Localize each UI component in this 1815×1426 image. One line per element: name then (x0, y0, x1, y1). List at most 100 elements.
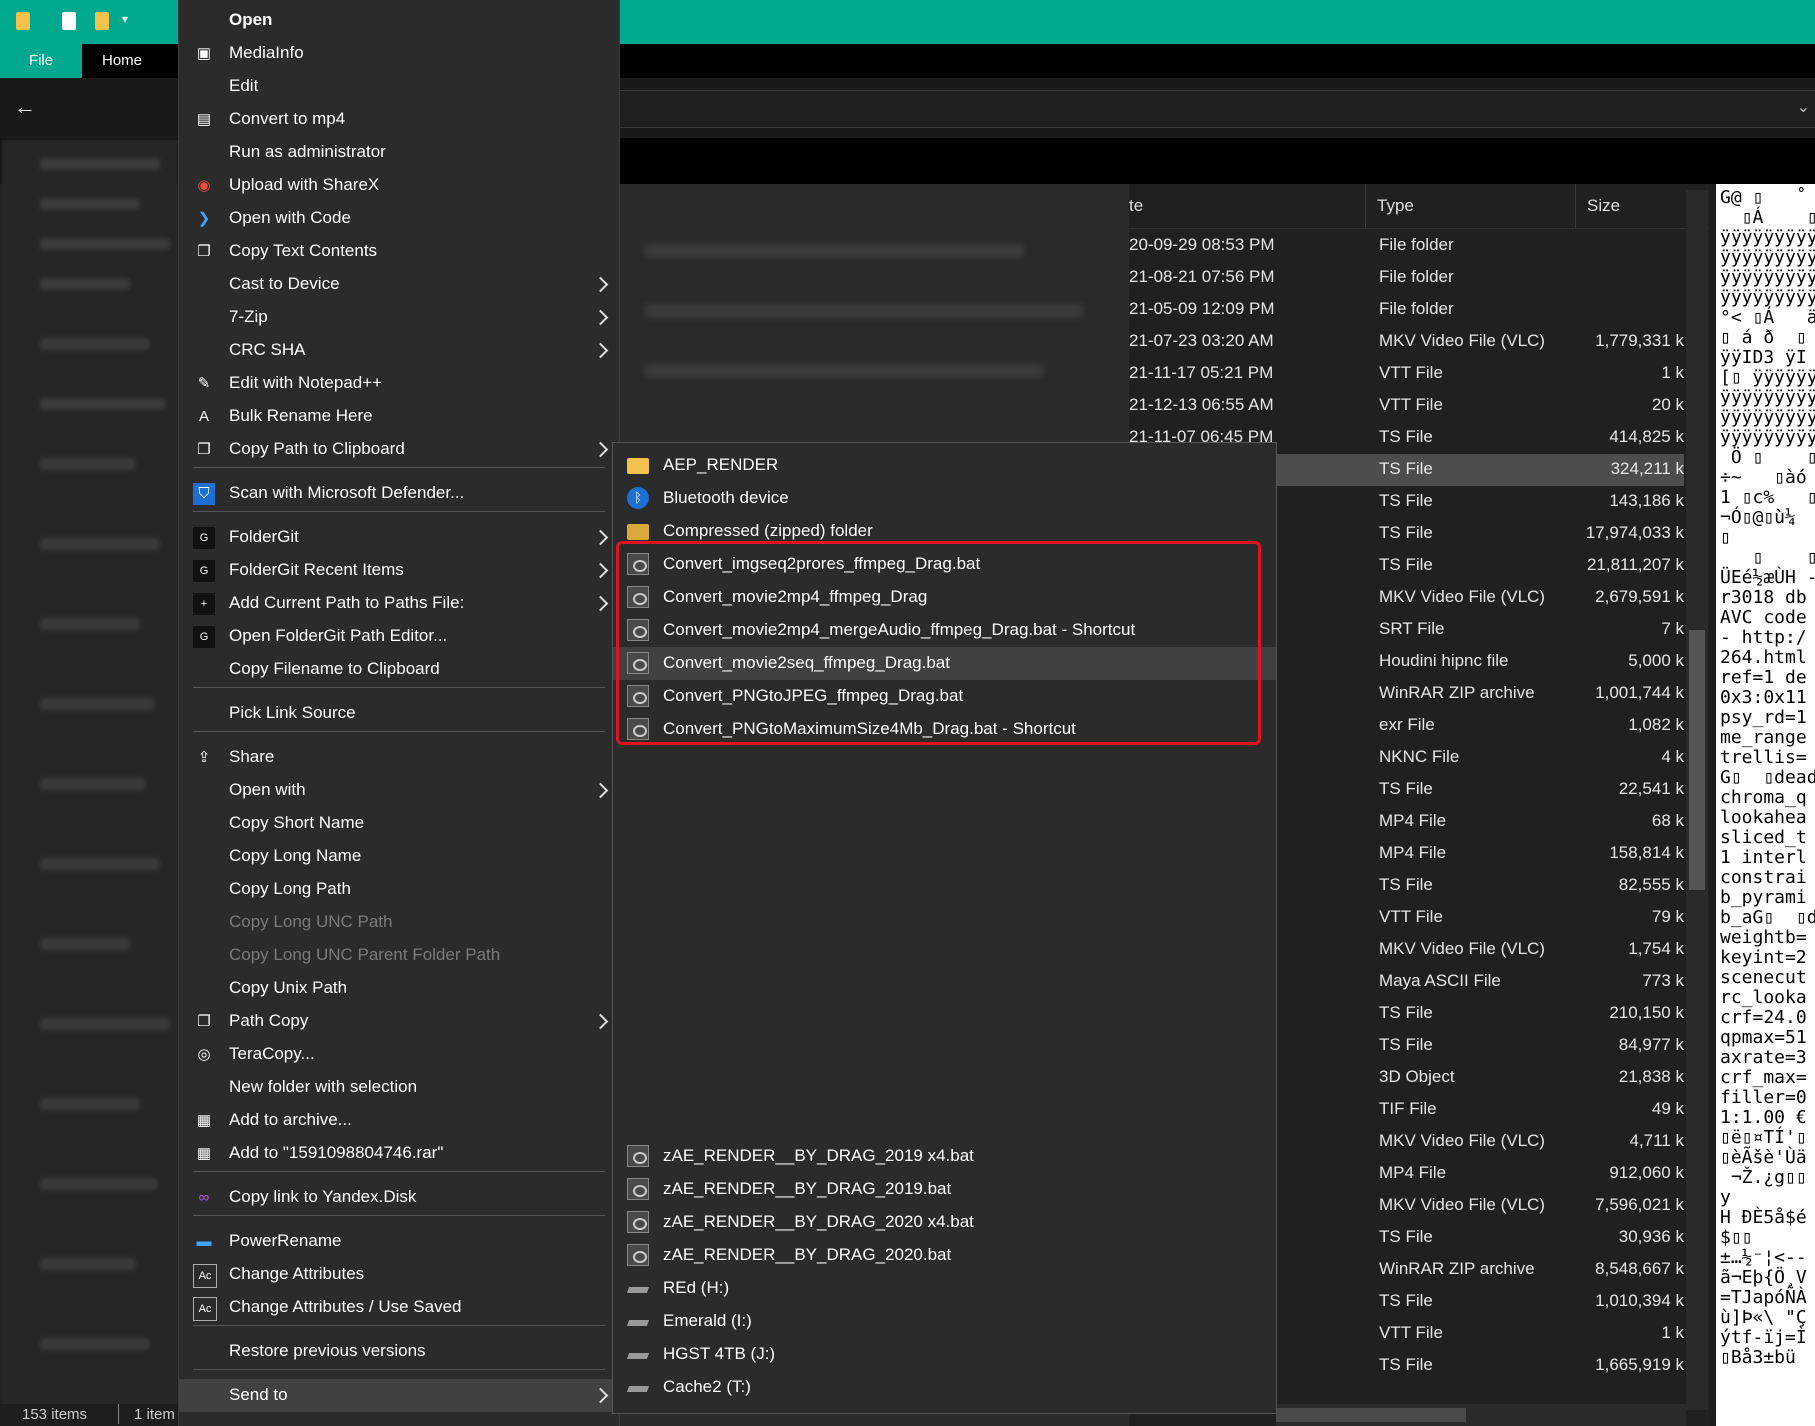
powerrename-icon: ▬ (196, 1233, 212, 1250)
scrollbar-thumb[interactable] (1276, 1408, 1466, 1422)
menu-item-label: Copy Long UNC Parent Folder Path (229, 945, 501, 964)
type-cell: TS File (1379, 875, 1433, 894)
menu-item-edit-with-notepad[interactable]: ✎ Edit with Notepad++ (179, 367, 619, 400)
menu-item-label: Edit with Notepad++ (229, 373, 383, 392)
menu-item-new-folder-with-selection[interactable]: New folder with selection (179, 1071, 619, 1104)
send-to-item-zae-render-by-drag-2020-x4-bat[interactable]: zAE_RENDER__BY_DRAG_2020 x4.bat (613, 1206, 1276, 1239)
menu-item-run-as-administrator[interactable]: Run as administrator (179, 136, 619, 169)
send-to-item-emerald-i[interactable]: Emerald (I:) (613, 1305, 1276, 1338)
send-to-item-zae-render-by-drag-2019-x4-bat[interactable]: zAE_RENDER__BY_DRAG_2019 x4.bat (613, 1140, 1276, 1173)
address-bar[interactable]: ⌄ (618, 90, 1815, 128)
menu-item-foldergit[interactable]: G FolderGit (179, 521, 619, 554)
menu-item-label: PowerRename (229, 1231, 342, 1250)
type-cell: MKV Video File (VLC) (1379, 939, 1545, 958)
menu-item-mediainfo[interactable]: ▣ MediaInfo (179, 37, 619, 70)
menu-item-add-to-archive[interactable]: ▦ Add to archive... (179, 1104, 619, 1137)
column-header-date[interactable]: te (1129, 196, 1143, 216)
menu-item-change-attributes[interactable]: Ac Change Attributes (179, 1258, 619, 1291)
menu-item-open-with[interactable]: Open with (179, 774, 619, 807)
table-row[interactable]: 21-07-23 03:20 AM MKV Video File (VLC) 1,7… (1129, 326, 1684, 358)
menu-item-label: Add to "1591098804746.rar" (229, 1143, 444, 1162)
menu-item-upload-with-sharex[interactable]: ◉ Upload with ShareX (179, 169, 619, 202)
properties-icon[interactable] (62, 12, 76, 30)
menu-item-path-copy[interactable]: ❐ Path Copy (179, 1005, 619, 1038)
customize-toolbar-icon[interactable]: ▾ (122, 12, 128, 26)
send-to-item-cache2-t[interactable]: Cache2 (T:) (613, 1371, 1276, 1404)
send-to-item-red-h[interactable]: REd (H:) (613, 1272, 1276, 1305)
menu-item-copy-path-to-clipboard[interactable]: ❐ Copy Path to Clipboard (179, 433, 619, 466)
menu-item-cast-to-device[interactable]: Cast to Device (179, 268, 619, 301)
send-to-item-zae-render-by-drag-2019-bat[interactable]: zAE_RENDER__BY_DRAG_2019.bat (613, 1173, 1276, 1206)
menu-item-convert-to-mp4[interactable]: ▤ Convert to mp4 (179, 103, 619, 136)
send-to-item-label: Emerald (I:) (663, 1311, 752, 1330)
menu-item-copy-unix-path[interactable]: Copy Unix Path (179, 972, 619, 1005)
table-row[interactable]: 21-11-17 05:21 PM VTT File 1 k (1129, 358, 1684, 390)
menu-item-open-foldergit-path-editor[interactable]: G Open FolderGit Path Editor... (179, 620, 619, 653)
menu-item-pick-link-source[interactable]: Pick Link Source (179, 697, 619, 730)
chevron-down-icon[interactable]: ⌄ (1797, 97, 1810, 117)
tab-home[interactable]: Home (90, 44, 154, 78)
menu-item-label: Upload with ShareX (229, 175, 380, 194)
menu-item-crc-sha[interactable]: CRC SHA (179, 334, 619, 367)
menu-item-teracopy[interactable]: ◎ TeraCopy... (179, 1038, 619, 1071)
preview-text-line: [▯ ÿÿÿÿÿÿ (1720, 367, 1815, 388)
menu-item-open[interactable]: Open (179, 4, 619, 37)
menu-item-label: Copy Long Path (229, 879, 351, 898)
menu-item-copy-text-contents[interactable]: ❐ Copy Text Contents (179, 235, 619, 268)
preview-text-line: y (1720, 1187, 1731, 1208)
table-row[interactable]: 21-12-13 06:55 AM VTT File 20 k (1129, 390, 1684, 422)
tab-file[interactable]: File (0, 44, 82, 78)
column-header-type[interactable]: Type (1377, 196, 1414, 216)
menu-item-send-to[interactable]: Send to (179, 1379, 619, 1412)
send-to-item-zae-render-by-drag-2020-bat[interactable]: zAE_RENDER__BY_DRAG_2020.bat (613, 1239, 1276, 1272)
vertical-scrollbar[interactable] (1686, 190, 1708, 1410)
preview-text-line: 1 ▯c% ▯ (1720, 487, 1815, 508)
send-to-item-hgst-4tb-j[interactable]: HGST 4TB (J:) (613, 1338, 1276, 1371)
menu-item-label: Pick Link Source (229, 703, 356, 722)
new-folder-icon[interactable] (95, 12, 109, 30)
menu-separator (193, 467, 605, 468)
send-to-item-label: zAE_RENDER__BY_DRAG_2020.bat (663, 1245, 952, 1264)
type-cell: WinRAR ZIP archive (1379, 1259, 1535, 1278)
menu-item-restore-previous-versions[interactable]: Restore previous versions (179, 1335, 619, 1368)
menu-item-add-to-1591098804746-rar[interactable]: ▦ Add to "1591098804746.rar" (179, 1137, 619, 1170)
menu-item-label: Change Attributes (229, 1264, 365, 1283)
navigation-pane[interactable] (0, 138, 180, 1426)
size-cell: 1,001,744 k (1595, 683, 1684, 702)
menu-item-copy-long-name[interactable]: Copy Long Name (179, 840, 619, 873)
highlight-annotation-box (616, 541, 1261, 745)
menu-item-change-attributes-use-saved[interactable]: Ac Change Attributes / Use Saved (179, 1291, 619, 1324)
column-header-size[interactable]: Size (1587, 196, 1620, 216)
menu-item-powerrename[interactable]: ▬ PowerRename (179, 1225, 619, 1258)
table-row[interactable]: 21-05-09 12:09 PM File folder (1129, 294, 1684, 326)
size-cell: 30,936 k (1618, 1227, 1684, 1246)
horizontal-scrollbar[interactable] (1276, 1404, 1686, 1426)
menu-item-add-current-path-to-paths-file[interactable]: + Add Current Path to Paths File: (179, 587, 619, 620)
back-arrow-icon[interactable]: ← (14, 94, 36, 120)
menu-item-scan-with-microsoft-defender[interactable]: ⛉ Scan with Microsoft Defender... (179, 477, 619, 510)
menu-item-7-zip[interactable]: 7-Zip (179, 301, 619, 334)
menu-item-edit[interactable]: Edit (179, 70, 619, 103)
menu-item-copy-link-to-yandex-disk[interactable]: ∞ Copy link to Yandex.Disk (179, 1181, 619, 1214)
teracopy-icon: ◎ (197, 1046, 211, 1063)
table-row[interactable]: 21-08-21 07:56 PM File folder (1129, 262, 1684, 294)
scrollbar-thumb[interactable] (1689, 630, 1705, 890)
menu-item-copy-long-path[interactable]: Copy Long Path (179, 873, 619, 906)
menu-item-copy-short-name[interactable]: Copy Short Name (179, 807, 619, 840)
menu-item-label: Copy Filename to Clipboard (229, 659, 440, 678)
menu-item-label: Add to archive... (229, 1110, 352, 1129)
folder-icon[interactable] (16, 12, 30, 30)
menu-item-bulk-rename-here[interactable]: A Bulk Rename Here (179, 400, 619, 433)
add-path-icon: + (193, 593, 215, 615)
menu-item-open-with-code[interactable]: ❯ Open with Code (179, 202, 619, 235)
menu-item-copy-filename-to-clipboard[interactable]: Copy Filename to Clipboard (179, 653, 619, 686)
menu-separator (193, 1215, 605, 1216)
menu-item-foldergit-recent-items[interactable]: G FolderGit Recent Items (179, 554, 619, 587)
send-to-item-bluetooth-device[interactable]: ᛒ Bluetooth device (613, 482, 1276, 515)
size-cell: 210,150 k (1609, 1003, 1684, 1022)
menu-item-share[interactable]: ⇪ Share (179, 741, 619, 774)
table-row[interactable]: 20-09-29 08:53 PM File folder (1129, 230, 1684, 262)
preview-text-line: rc_looka (1720, 987, 1807, 1008)
send-to-item-aep-render[interactable]: AEP_RENDER (613, 449, 1276, 482)
date-modified-cell: 21-12-13 06:55 AM (1129, 395, 1274, 414)
